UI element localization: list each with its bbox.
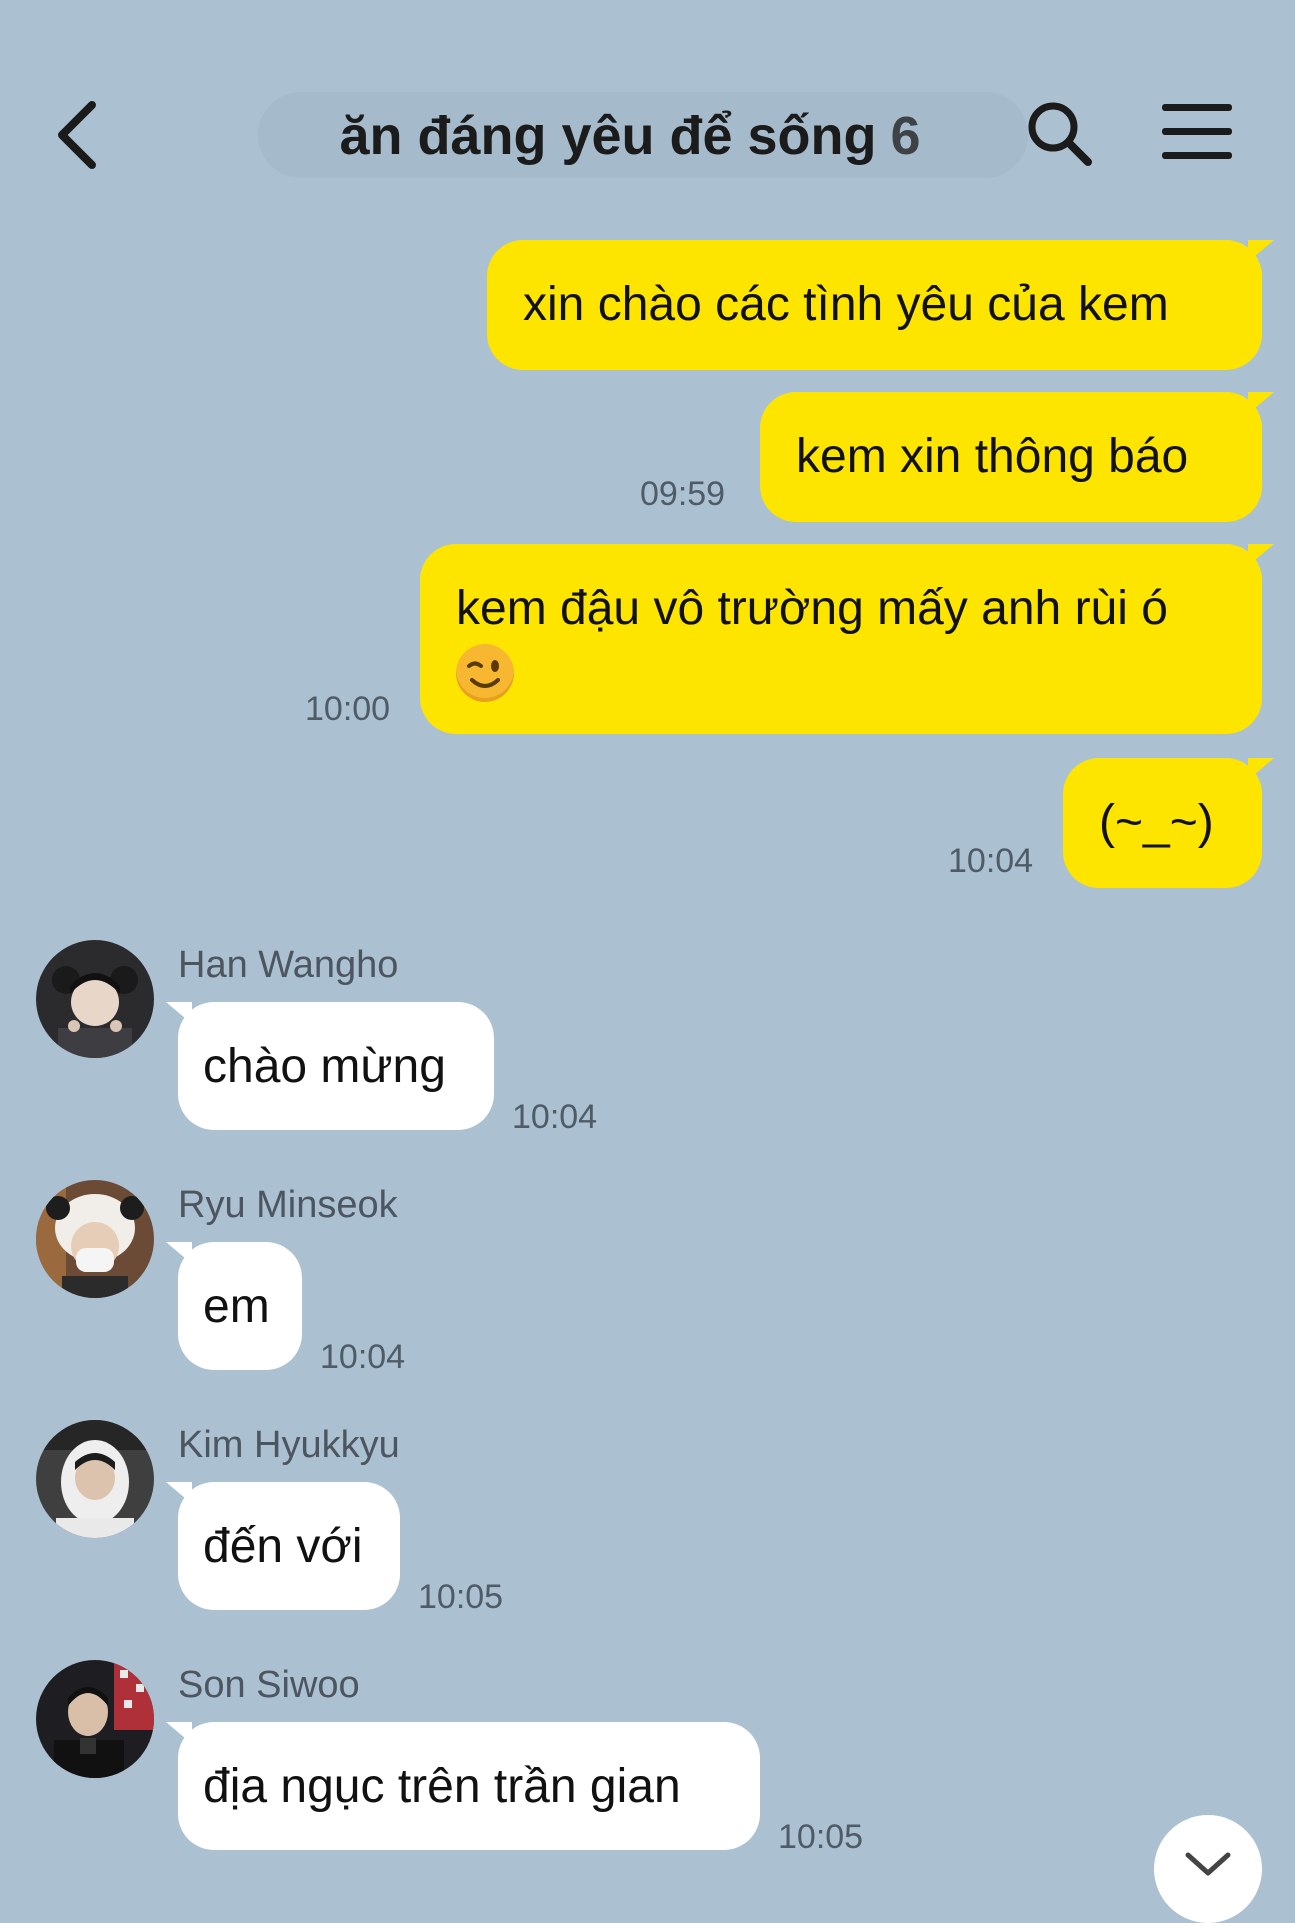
chat-title-text: ăn đáng yêu để sống [339, 106, 877, 166]
message-text: em [203, 1280, 270, 1333]
message-time: 10:00 [305, 690, 391, 728]
message-text: kem đậu vô trường mấy anh rùi ó [456, 582, 1168, 635]
my-message-bubble[interactable]: kem đậu vô trường mấy anh rùi ó [420, 544, 1274, 734]
avatar-han-wangho[interactable] [36, 940, 154, 1058]
message-text: (~_~) [1099, 796, 1214, 849]
my-message-bubble[interactable]: (~_~) [1063, 758, 1274, 888]
other-message-bubble[interactable]: em [166, 1242, 302, 1370]
sender-name: Son Siwoo [178, 1664, 360, 1706]
chat-title[interactable]: ăn đáng yêu để sống 6 [270, 96, 990, 176]
sender-name: Han Wangho [178, 944, 399, 986]
message-text: xin chào các tình yêu của kem [523, 278, 1169, 331]
search-icon [1028, 102, 1092, 166]
winking-face-emoji [456, 644, 514, 703]
hamburger-menu-icon [1162, 104, 1232, 159]
chevron-down-icon [1185, 1852, 1231, 1876]
message-text: đến với [203, 1520, 363, 1573]
message-text: kem xin thông báo [796, 430, 1189, 483]
sender-name: Ryu Minseok [178, 1184, 398, 1226]
sender-name: Kim Hyukkyu [178, 1424, 400, 1466]
chat-header: ăn đáng yêu để sống 6 [0, 0, 1295, 230]
back-button[interactable] [48, 95, 118, 175]
message-time: 10:04 [948, 842, 1034, 880]
message-time: 10:04 [320, 1338, 406, 1376]
search-button[interactable] [1024, 98, 1094, 168]
menu-button[interactable] [1160, 100, 1234, 164]
avatar-kim-hyukkyu[interactable] [36, 1420, 154, 1538]
other-message-bubble[interactable]: địa ngục trên trần gian [166, 1722, 760, 1850]
avatar-son-siwoo[interactable] [36, 1660, 154, 1778]
message-time: 10:04 [512, 1098, 598, 1136]
avatar-ryu-minseok[interactable] [36, 1180, 154, 1298]
my-message-bubble[interactable]: kem xin thông báo [760, 392, 1274, 522]
message-time: 10:05 [418, 1578, 504, 1616]
other-message-bubble[interactable]: đến với [166, 1482, 400, 1610]
member-count: 6 [890, 106, 921, 166]
my-message-bubble[interactable]: xin chào các tình yêu của kem [487, 240, 1274, 370]
message-time: 09:59 [640, 475, 726, 513]
chevron-left-icon [58, 101, 96, 169]
scroll-to-bottom-button[interactable] [1154, 1815, 1262, 1923]
message-text: chào mừng [203, 1040, 446, 1093]
message-time: 10:05 [778, 1818, 864, 1856]
other-message-bubble[interactable]: chào mừng [166, 1002, 494, 1130]
message-text: địa ngục trên trần gian [203, 1760, 681, 1813]
